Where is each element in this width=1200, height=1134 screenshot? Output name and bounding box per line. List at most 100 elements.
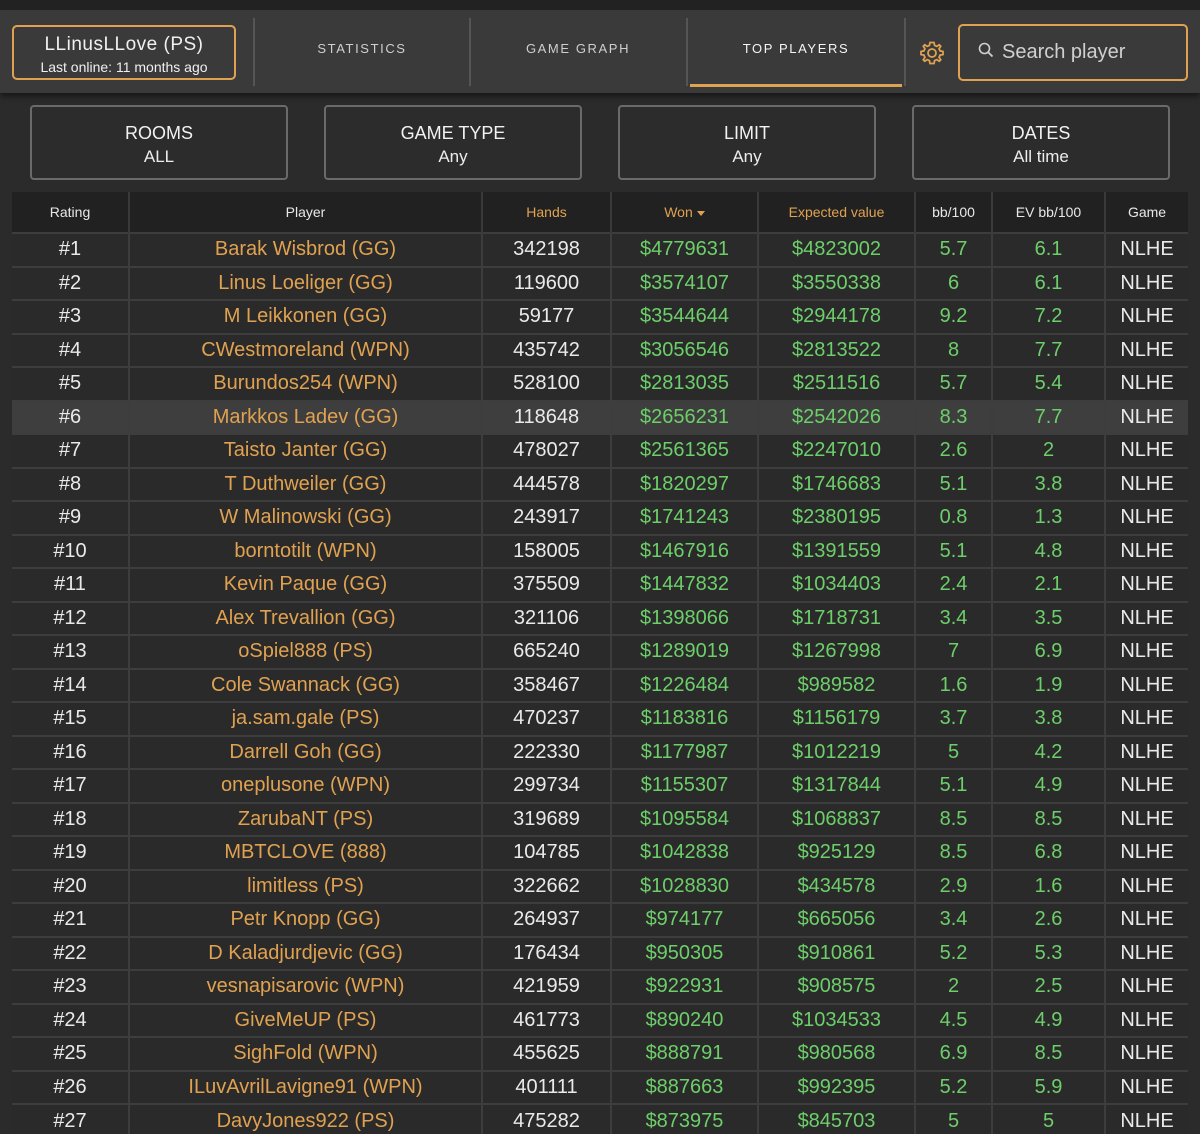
- cell-rating: #19: [12, 835, 130, 870]
- cell-player[interactable]: Barak Wisbrod (GG): [129, 232, 483, 267]
- col-header-game[interactable]: Game: [1105, 192, 1188, 233]
- cell-game: NLHE: [1105, 500, 1188, 535]
- cell-player[interactable]: T Duthweiler (GG): [129, 466, 483, 501]
- table-row[interactable]: #16 Darrell Goh (GG) 222330 $1177987 $101221…: [12, 734, 1188, 769]
- cell-rating: #11: [12, 567, 130, 602]
- cell-player[interactable]: M Leikkonen (GG): [129, 299, 483, 334]
- table-row[interactable]: #22 D Kaladjurdjevic (GG) 176434 $950305 $91…: [12, 935, 1188, 970]
- cell-player[interactable]: SighFold (WPN): [129, 1036, 483, 1071]
- cell-bb100: 5.2: [915, 1069, 993, 1104]
- cell-player[interactable]: Cole Swannack (GG): [129, 667, 483, 702]
- table-row[interactable]: #24 GiveMeUP (PS) 461773 $890240 $1034533 4.5…: [12, 1002, 1188, 1037]
- col-header-won-label: Won: [664, 204, 693, 220]
- cell-game: NLHE: [1105, 701, 1188, 736]
- filter-rooms[interactable]: ROOMS ALL: [30, 105, 288, 180]
- col-header-expected-value[interactable]: Expected value: [758, 192, 916, 233]
- filter-value: All time: [1013, 147, 1069, 166]
- cell-player[interactable]: oneplusone (WPN): [129, 768, 483, 803]
- tab-game-graph[interactable]: GAME GRAPH: [471, 10, 685, 86]
- cell-player[interactable]: GiveMeUP (PS): [129, 1002, 483, 1037]
- table-row[interactable]: #13 oSpiel888 (PS) 665240 $1289019 $1267998 7…: [12, 634, 1188, 669]
- cell-player[interactable]: ja.sam.gale (PS): [129, 701, 483, 736]
- cell-player[interactable]: Burundos254 (WPN): [129, 366, 483, 401]
- cell-player[interactable]: borntotilt (WPN): [129, 533, 483, 568]
- table-row[interactable]: #3 M Leikkonen (GG) 59177 $3544644 $2944178 9…: [12, 299, 1188, 334]
- table-row[interactable]: #17 oneplusone (WPN) 299734 $1155307 $131784…: [12, 768, 1188, 803]
- cell-player[interactable]: ZarubaNT (PS): [129, 801, 483, 836]
- cell-expected-value: $2511516: [758, 366, 916, 401]
- cell-won: $974177: [611, 902, 759, 937]
- col-header-rating[interactable]: Rating: [12, 192, 130, 233]
- table-row[interactable]: #12 Alex Trevallion (GG) 321106 $1398066 $17…: [12, 600, 1188, 635]
- cell-game: NLHE: [1105, 232, 1188, 267]
- cell-player[interactable]: DavyJones922 (PS): [129, 1103, 483, 1134]
- cell-hands: 319689: [482, 801, 612, 836]
- cell-player[interactable]: vesnapisarovic (WPN): [129, 969, 483, 1004]
- cell-player[interactable]: W Malinowski (GG): [129, 500, 483, 535]
- cell-player[interactable]: limitless (PS): [129, 868, 483, 903]
- table-row[interactable]: #26 ILuvAvrilLavigne91 (WPN) 401111 $887663…: [12, 1069, 1188, 1104]
- cell-ev-bb100: 4.8: [992, 533, 1106, 568]
- cell-player[interactable]: Markkos Ladev (GG): [129, 399, 483, 434]
- cell-game: NLHE: [1105, 399, 1188, 434]
- table-row[interactable]: #11 Kevin Paque (GG) 375509 $1447832 $103440…: [12, 567, 1188, 602]
- filter-limit[interactable]: LIMIT Any: [618, 105, 876, 180]
- col-header-bb100[interactable]: bb/100: [915, 192, 993, 233]
- cell-expected-value: $1068837: [758, 801, 916, 836]
- table-row[interactable]: #23 vesnapisarovic (WPN) 421959 $922931 $908…: [12, 969, 1188, 1004]
- col-header-player[interactable]: Player: [129, 192, 483, 233]
- search-input[interactable]: [1002, 41, 1182, 64]
- filter-title: ROOMS: [124, 123, 193, 143]
- table-row[interactable]: #27 DavyJones922 (PS) 475282 $873975 $845703…: [12, 1103, 1188, 1134]
- table-row[interactable]: #1 Barak Wisbrod (GG) 342198 $4779631 $48230…: [12, 232, 1188, 267]
- profile-button[interactable]: LLinusLLove (PS) Last online: 11 months …: [12, 25, 236, 80]
- cell-bb100: 8.3: [915, 399, 993, 434]
- tab-statistics[interactable]: STATISTICS: [255, 10, 469, 86]
- gear-icon[interactable]: [919, 40, 945, 66]
- cell-player[interactable]: Alex Trevallion (GG): [129, 600, 483, 635]
- cell-bb100: 4.5: [915, 1002, 993, 1037]
- cell-won: $1467916: [611, 533, 759, 568]
- cell-hands: 461773: [482, 1002, 612, 1037]
- cell-hands: 528100: [482, 366, 612, 401]
- cell-player[interactable]: Petr Knopp (GG): [129, 902, 483, 937]
- table-row[interactable]: #14 Cole Swannack (GG) 358467 $1226484 $9895…: [12, 667, 1188, 702]
- table-row[interactable]: #20 limitless (PS) 322662 $1028830 $434578 2.…: [12, 868, 1188, 903]
- col-header-ev-bb100[interactable]: EV bb/100: [992, 192, 1106, 233]
- table-row[interactable]: #21 Petr Knopp (GG) 264937 $974177 $665056 3.…: [12, 902, 1188, 937]
- search-box[interactable]: [958, 24, 1188, 81]
- cell-player[interactable]: Kevin Paque (GG): [129, 567, 483, 602]
- cell-player[interactable]: ILuvAvrilLavigne91 (WPN): [129, 1069, 483, 1104]
- col-header-hands[interactable]: Hands: [482, 192, 612, 233]
- table-row[interactable]: #15 ja.sam.gale (PS) 470237 $1183816 $115617…: [12, 701, 1188, 736]
- table-row[interactable]: #10 borntotilt (WPN) 158005 $1467916 $139155…: [12, 533, 1188, 568]
- cell-ev-bb100: 1.6: [992, 868, 1106, 903]
- tab-top-players[interactable]: TOP PLAYERS: [688, 10, 904, 87]
- cell-player[interactable]: MBTCLOVE (888): [129, 835, 483, 870]
- filter-game-type[interactable]: GAME TYPE Any: [324, 105, 582, 180]
- table-row[interactable]: #19 MBTCLOVE (888) 104785 $1042838 $925129 8.…: [12, 835, 1188, 870]
- cell-rating: #17: [12, 768, 130, 803]
- cell-player[interactable]: Linus Loeliger (GG): [129, 265, 483, 300]
- filter-dates[interactable]: DATES All time: [912, 105, 1170, 180]
- cell-rating: #5: [12, 366, 130, 401]
- cell-bb100: 5: [915, 1103, 993, 1134]
- table-row[interactable]: #6 Markkos Ladev (GG) 118648 $2656231 $25420…: [12, 399, 1188, 434]
- table-row[interactable]: #2 Linus Loeliger (GG) 119600 $3574107 $3550…: [12, 265, 1188, 300]
- cell-player[interactable]: Taisto Janter (GG): [129, 433, 483, 468]
- table-row[interactable]: #8 T Duthweiler (GG) 444578 $1820297 $174668…: [12, 466, 1188, 501]
- cell-ev-bb100: 5.4: [992, 366, 1106, 401]
- table-row[interactable]: #25 SighFold (WPN) 455625 $888791 $980568 6.9…: [12, 1036, 1188, 1071]
- cell-player[interactable]: D Kaladjurdjevic (GG): [129, 935, 483, 970]
- cell-game: NLHE: [1105, 969, 1188, 1004]
- cell-player[interactable]: Darrell Goh (GG): [129, 734, 483, 769]
- table-row[interactable]: #18 ZarubaNT (PS) 319689 $1095584 $1068837 8.…: [12, 801, 1188, 836]
- col-header-won[interactable]: Won: [611, 192, 759, 233]
- cell-player[interactable]: oSpiel888 (PS): [129, 634, 483, 669]
- cell-player[interactable]: CWestmoreland (WPN): [129, 332, 483, 367]
- table-row[interactable]: #7 Taisto Janter (GG) 478027 $2561365 $22470…: [12, 433, 1188, 468]
- nav-divider: [904, 18, 906, 86]
- table-row[interactable]: #9 W Malinowski (GG) 243917 $1741243 $238019…: [12, 500, 1188, 535]
- table-row[interactable]: #5 Burundos254 (WPN) 528100 $2813035 $251151…: [12, 366, 1188, 401]
- table-row[interactable]: #4 CWestmoreland (WPN) 435742 $3056546 $2813…: [12, 332, 1188, 367]
